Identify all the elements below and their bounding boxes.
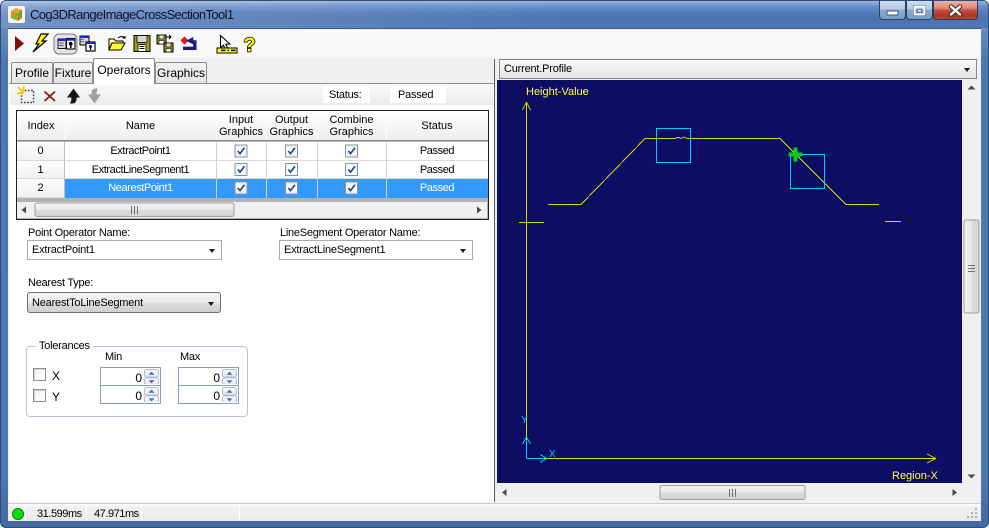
svg-text:?: ? (244, 35, 256, 57)
svg-text:Y: Y (521, 415, 528, 426)
svg-text:Height-Value: Height-Value (526, 86, 589, 98)
svg-text:X: X (549, 449, 556, 460)
svg-text:Region-X: Region-X (892, 470, 939, 482)
